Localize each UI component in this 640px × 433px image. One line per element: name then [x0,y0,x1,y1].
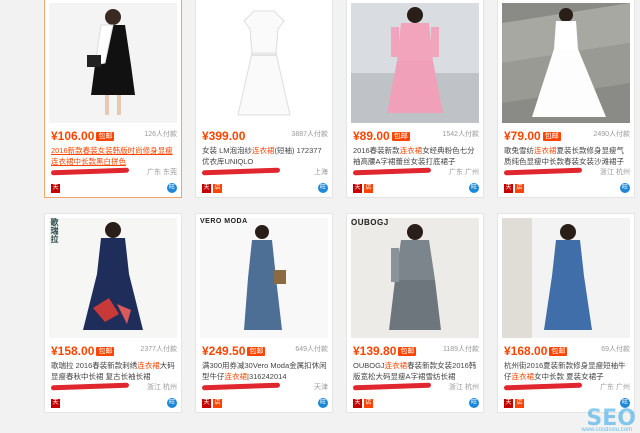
store-icon[interactable]: 店 [364,184,373,193]
sales-count: 2490人付款 [593,131,630,138]
free-shipping-badge: 包邮 [96,347,115,356]
shop-location: 上海 [314,169,328,176]
shop-location: 广东 东莞 [147,169,177,176]
redacted-shop-name [352,382,432,391]
store-icon[interactable]: 店 [364,399,373,408]
shop-location: 浙江 杭州 [449,384,479,391]
redacted-shop-name [503,382,583,391]
product-title[interactable]: 满300用券减30Vero Moda金属扣休闲型牛仔连衣裙|316242014 [202,360,328,382]
tmall-icon[interactable]: 天 [51,184,60,193]
shop-location: 浙江 杭州 [147,384,177,391]
product-title[interactable]: 2016春装新款连衣裙女经典粉色七分袖高腰A字裙蕾丝女装打底裙子 [353,145,479,167]
tmall-icon[interactable]: 天 [51,399,60,408]
product-title[interactable]: 女装 LM泡泡纱连衣裙(短袖) 172377 优衣库UNIQLO [202,145,328,167]
redacted-shop-name [352,167,432,176]
product-image[interactable]: OUBOGJ [351,218,479,338]
free-shipping-badge: 包邮 [96,132,115,141]
sales-count: 69人付款 [601,346,630,353]
redacted-shop-name [50,382,130,391]
product-title[interactable]: OUBOGJ连衣裙春装新款女装2016韩版宽松大码显瘦A字裙雪纺长裙 [353,360,479,382]
tmall-icon[interactable]: 天 [353,184,362,193]
store-icon[interactable]: 店 [213,184,222,193]
redacted-shop-name [50,167,130,176]
free-shipping-badge: 包邮 [247,347,266,356]
product-image[interactable] [49,3,177,123]
wangwang-icon[interactable]: 旺 [318,398,328,408]
redacted-shop-name [503,167,583,176]
tmall-icon[interactable]: 天 [504,184,513,193]
store-icon[interactable]: 店 [515,399,524,408]
shop-location: 天津 [314,384,328,391]
product-card[interactable]: ¥399.00 3887人付款 女装 LM泡泡纱连衣裙(短袖) 172377 优衣… [195,0,333,198]
sales-count: 1542人付款 [442,131,479,138]
product-title[interactable]: 杭州街2016夏装新款修身显瘦短袖牛仔连衣裙女中长款 夏装女裙子 [504,360,630,382]
product-price: ¥139.80 [353,344,397,358]
brand-logo: VERO MODA [200,218,248,225]
product-card[interactable]: ¥89.00 包邮 1542人付款 2016春装新款连衣裙女经典粉色七分袖高腰A字裙… [346,0,484,198]
product-price: ¥158.00 [51,344,95,358]
product-title[interactable]: 2016新款春装女装韩版时尚修身显瘦连衣裙中长款黑白拼色 [51,145,177,167]
product-image[interactable] [200,3,328,123]
tmall-icon[interactable]: 天 [202,184,211,193]
wangwang-icon[interactable]: 旺 [469,183,479,193]
shop-location: 浙江 杭州 [600,169,630,176]
redacted-shop-name [201,167,281,176]
store-icon[interactable]: 店 [213,399,222,408]
tmall-icon[interactable]: 天 [353,399,362,408]
product-image[interactable] [351,3,479,123]
shop-location: 广东 广州 [600,384,630,391]
sales-count: 126人付款 [144,131,177,138]
free-shipping-badge: 包邮 [398,347,417,356]
product-image[interactable]: 歌瑞拉 [49,218,177,338]
wangwang-icon[interactable]: 旺 [469,398,479,408]
product-card[interactable]: OUBOGJ ¥139.80 包邮 1189人付款 OUBOGJ连衣裙春装新款女装2… [346,213,484,413]
free-shipping-badge: 包邮 [542,132,561,141]
wangwang-icon[interactable]: 旺 [620,183,630,193]
free-shipping-badge: 包邮 [391,132,410,141]
store-icon[interactable]: 店 [515,184,524,193]
product-price: ¥106.00 [51,129,95,143]
product-card[interactable]: ¥106.00 包邮 126人付款 2016新款春装女装韩版时尚修身显瘦连衣裙中长款… [44,0,182,198]
product-card[interactable]: 歌瑞拉 ¥158.00 包邮 2377人付款 歌瑞拉 2016春装新款刺绣连衣裙大码… [44,213,182,413]
shop-location: 广东 广州 [449,169,479,176]
product-grid: ¥106.00 包邮 126人付款 2016新款春装女装韩版时尚修身显瘦连衣裙中长款… [0,0,640,433]
sales-count: 1189人付款 [442,346,479,353]
free-shipping-badge: 包邮 [549,347,568,356]
product-title[interactable]: 歌瑞拉 2016春装新款刺绣连衣裙大码显瘦春秋中长裙 复古长袖长裙 [51,360,177,382]
product-card[interactable]: VERO MODA ¥249.50 包邮 649人付款 满300用券减30Vero … [195,213,333,413]
product-image[interactable]: VERO MODA [200,218,328,338]
product-price: ¥168.00 [504,344,548,358]
product-price: ¥249.50 [202,344,246,358]
tmall-icon[interactable]: 天 [504,399,513,408]
wangwang-icon[interactable]: 旺 [318,183,328,193]
product-price: ¥89.00 [353,129,390,143]
product-price: ¥399.00 [202,129,246,143]
brand-logo: OUBOGJ [351,218,389,227]
sales-count: 649人付款 [295,346,328,353]
tmall-icon[interactable]: 天 [202,399,211,408]
wangwang-icon[interactable]: 旺 [167,183,177,193]
brand-logo: 歌瑞拉 [50,218,59,244]
product-card[interactable]: ¥79.00 包邮 2490人付款 歌兔雪纺连衣裙夏装长款修身显瘦气质纯色显瘦中长款… [497,0,635,198]
sales-count: 3887人付款 [291,131,328,138]
product-title[interactable]: 歌兔雪纺连衣裙夏装长款修身显瘦气质纯色显瘦中长款春装女装沙滩裙子 [504,145,630,167]
product-price: ¥79.00 [504,129,541,143]
wangwang-icon[interactable]: 旺 [167,398,177,408]
product-image[interactable] [502,3,630,123]
product-card[interactable]: ¥168.00 包邮 69人付款 杭州街2016夏装新款修身显瘦短袖牛仔连衣裙女中长… [497,213,635,413]
watermark-url: www.cosdsxiu.com [581,427,632,433]
redacted-shop-name [201,382,281,391]
product-image[interactable] [502,218,630,338]
sales-count: 2377人付款 [140,346,177,353]
